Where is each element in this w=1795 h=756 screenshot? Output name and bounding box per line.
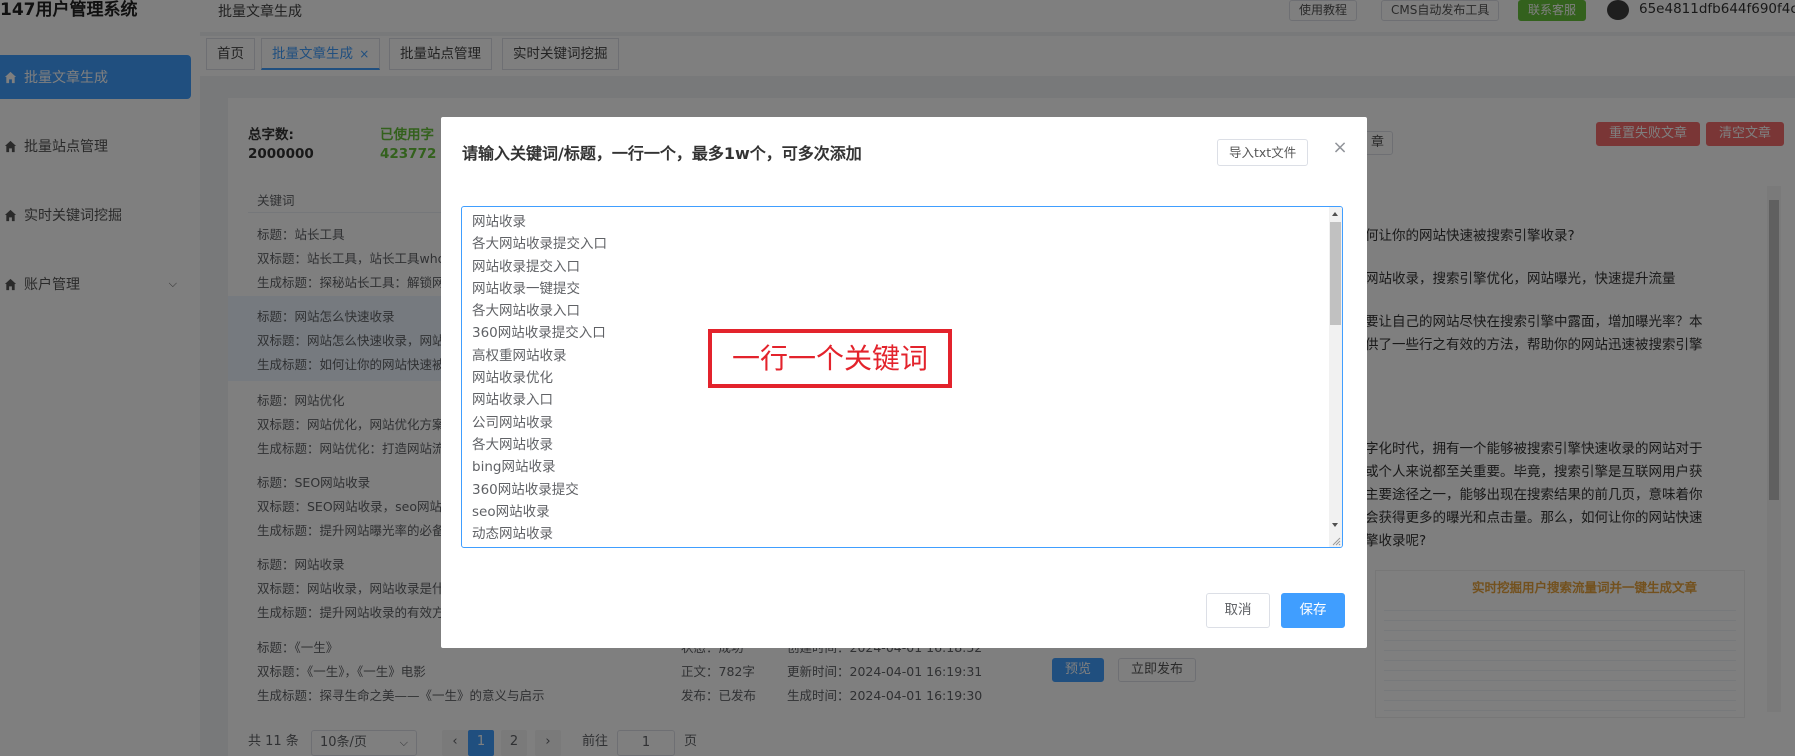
textarea-scrollbar[interactable]	[1329, 207, 1342, 547]
close-icon[interactable]: ×	[1331, 137, 1349, 158]
scroll-up-arrow-icon[interactable]	[1332, 212, 1338, 216]
keyword-line: 公司网站收录	[472, 414, 553, 431]
dialog-title: 请输入关键词/标题，一行一个，最多1w个，可多次添加	[462, 144, 862, 163]
resize-handle-icon[interactable]	[1331, 536, 1341, 546]
keyword-line: 网站收录提交入口	[472, 258, 580, 275]
keyword-line: seo网站收录	[472, 503, 550, 520]
keyword-line: 网站收录	[472, 214, 526, 230]
scrollbar-thumb[interactable]	[1330, 222, 1341, 325]
keyword-line: 网站收录优化	[472, 370, 553, 387]
keyword-line: 动态网站收录	[472, 526, 553, 543]
keyword-line: 360网站收录提交入口	[472, 325, 606, 342]
keyword-lines: 网站收录 各大网站收录提交入口 网站收录提交入口 网站收录一键提交 各大网站收录…	[472, 211, 607, 545]
keyword-line: 网站收录一键提交	[472, 280, 580, 297]
cancel-button[interactable]: 取消	[1206, 593, 1270, 628]
keyword-line: 各大网站收录入口	[472, 303, 580, 320]
keyword-line: bing网站收录	[472, 459, 556, 476]
save-button[interactable]: 保存	[1281, 593, 1345, 628]
keyword-line: 网站收录入口	[472, 392, 553, 409]
annotation-callout: 一行一个关键词	[708, 329, 952, 388]
scroll-down-arrow-icon[interactable]	[1332, 523, 1338, 527]
import-txt-button[interactable]: 导入txt文件	[1217, 139, 1309, 166]
keyword-line: 各大网站收录提交入口	[472, 236, 607, 253]
keyword-line: 各大网站收录	[472, 436, 553, 453]
keyword-line: 360网站收录提交	[472, 481, 579, 498]
keyword-line: 高权重网站收录	[472, 347, 567, 364]
